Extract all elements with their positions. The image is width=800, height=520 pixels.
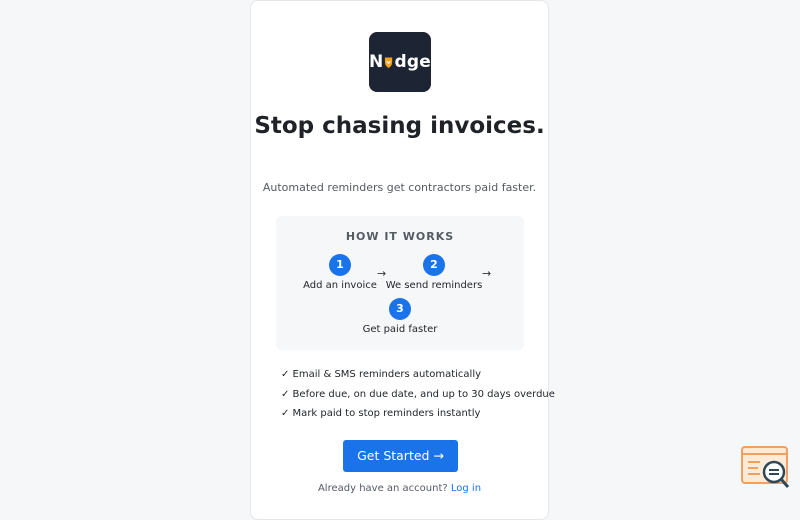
- feature-list: ✓ Email & SMS reminders automatically ✓ …: [281, 367, 555, 426]
- how-it-works-panel: HOW IT WORKS 1 Add an invoice → 2 We sen…: [276, 216, 524, 350]
- step-3-badge: 3: [389, 298, 411, 320]
- help-search-icon[interactable]: [740, 445, 792, 490]
- feature-item: ✓ Mark paid to stop reminders instantly: [281, 408, 481, 419]
- step-2-badge: 2: [423, 254, 445, 276]
- nudge-logo: N dge: [369, 32, 431, 92]
- step-1-label: Add an invoice: [303, 280, 377, 291]
- arrow-icon: →: [482, 267, 492, 280]
- logo-text-right: dge: [394, 52, 431, 72]
- get-started-button[interactable]: Get Started →: [343, 440, 458, 472]
- feature-item: ✓ Before due, on due date, and up to 30 …: [281, 388, 555, 400]
- shield-icon: [385, 56, 393, 68]
- login-link[interactable]: Log in: [451, 483, 481, 494]
- step-2-label: We send reminders: [385, 280, 483, 291]
- signup-card: N dge Stop chasing invoices. Automated r…: [250, 0, 555, 520]
- page-title: Stop chasing invoices.: [254, 113, 545, 139]
- step-1-badge: 1: [329, 254, 351, 276]
- login-prompt-text: Already have an account?: [317, 483, 448, 494]
- how-it-works-title: HOW IT WORKS: [345, 230, 455, 243]
- arrow-icon: →: [377, 267, 387, 280]
- step-3-label: Get paid faster: [362, 324, 438, 335]
- login-prompt: Already have an account? Log in: [251, 483, 548, 494]
- feature-item: ✓ Email & SMS reminders automatically: [281, 369, 482, 380]
- logo-text-left: N: [369, 52, 384, 72]
- page-subtitle: Automated reminders get contractors paid…: [262, 181, 537, 194]
